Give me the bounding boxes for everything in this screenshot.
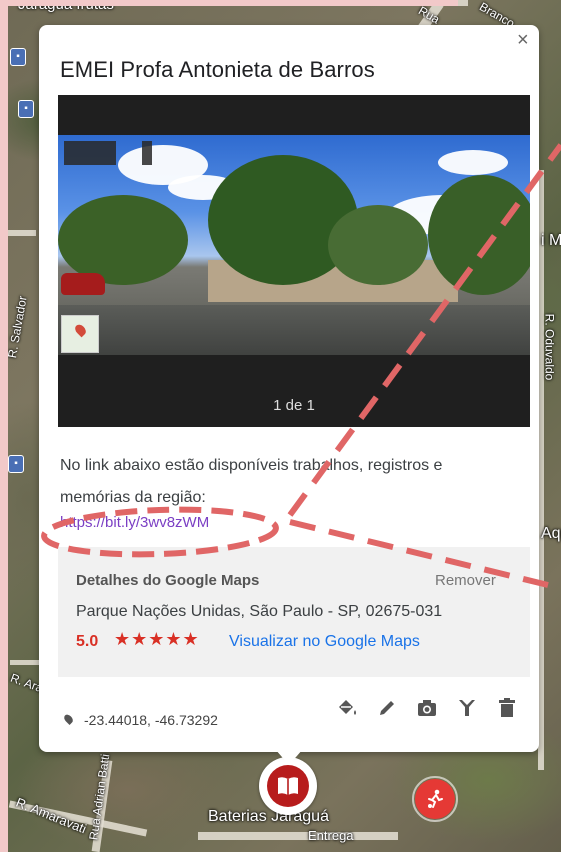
map-label: R. Salvador [8,294,30,360]
school-map-marker[interactable] [259,757,317,815]
street-view-menu[interactable] [142,141,152,165]
popup-pointer [275,749,303,765]
resources-link[interactable]: https://bit.ly/3wv8zWM [60,514,209,531]
paint-bucket-icon[interactable] [334,695,360,721]
map-label: Baterias Jaraguá [208,808,329,825]
coordinates: -23.44018, -46.73292 [84,712,218,728]
google-maps-details: Detalhes do Google Maps Remover Parque N… [58,547,530,677]
map-label: Entrega [308,828,354,843]
marker-ring [412,776,458,822]
close-button[interactable]: × [517,30,529,50]
parked-car [61,273,105,295]
street-view-info-card[interactable] [64,141,116,165]
remove-button[interactable]: Remover [435,572,496,589]
page-frame [0,0,8,852]
map-road [198,832,398,840]
street [58,305,530,355]
camera-icon[interactable] [414,695,440,721]
rating-stars: ★★★★★ [114,629,200,649]
map-label: R. Oduvaldo [542,313,557,381]
tree [58,195,188,285]
street-view-minimap[interactable] [61,315,99,353]
bus-stop-icon[interactable]: ▪ [10,48,26,66]
tree [428,175,530,295]
page-frame [0,0,458,6]
place-info-popup: × EMEI Profa Antonieta de Barros 1 de 1 … [39,25,539,752]
place-title: EMEI Profa Antonieta de Barros [60,57,375,82]
street-view-image [58,135,530,355]
place-address: Parque Nações Unidas, São Paulo - SP, 02… [76,603,443,620]
map-label: Aqu [541,525,561,542]
cloud [438,150,508,175]
soccer-map-marker[interactable] [412,776,458,822]
pin-icon [73,322,88,338]
bus-stop-icon[interactable]: ▪ [8,455,24,473]
place-description: No link abaixo estão disponíveis trabalh… [60,457,443,506]
rating-value: 5.0 [76,633,99,650]
book-icon [267,765,309,807]
tree [328,205,428,285]
bus-stop-icon[interactable]: ▪ [18,100,34,118]
photo-counter: 1 de 1 [273,397,315,414]
trash-icon[interactable] [494,695,520,721]
map-label: i M [541,232,561,249]
map-road [8,230,36,236]
filter-icon[interactable] [454,695,480,721]
pencil-icon[interactable] [374,695,400,721]
view-in-google-maps-link[interactable]: Visualizar no Google Maps [229,633,420,651]
google-maps-heading: Detalhes do Google Maps [76,572,260,589]
place-photo[interactable]: 1 de 1 [58,95,530,427]
location-pin-icon [62,712,75,726]
